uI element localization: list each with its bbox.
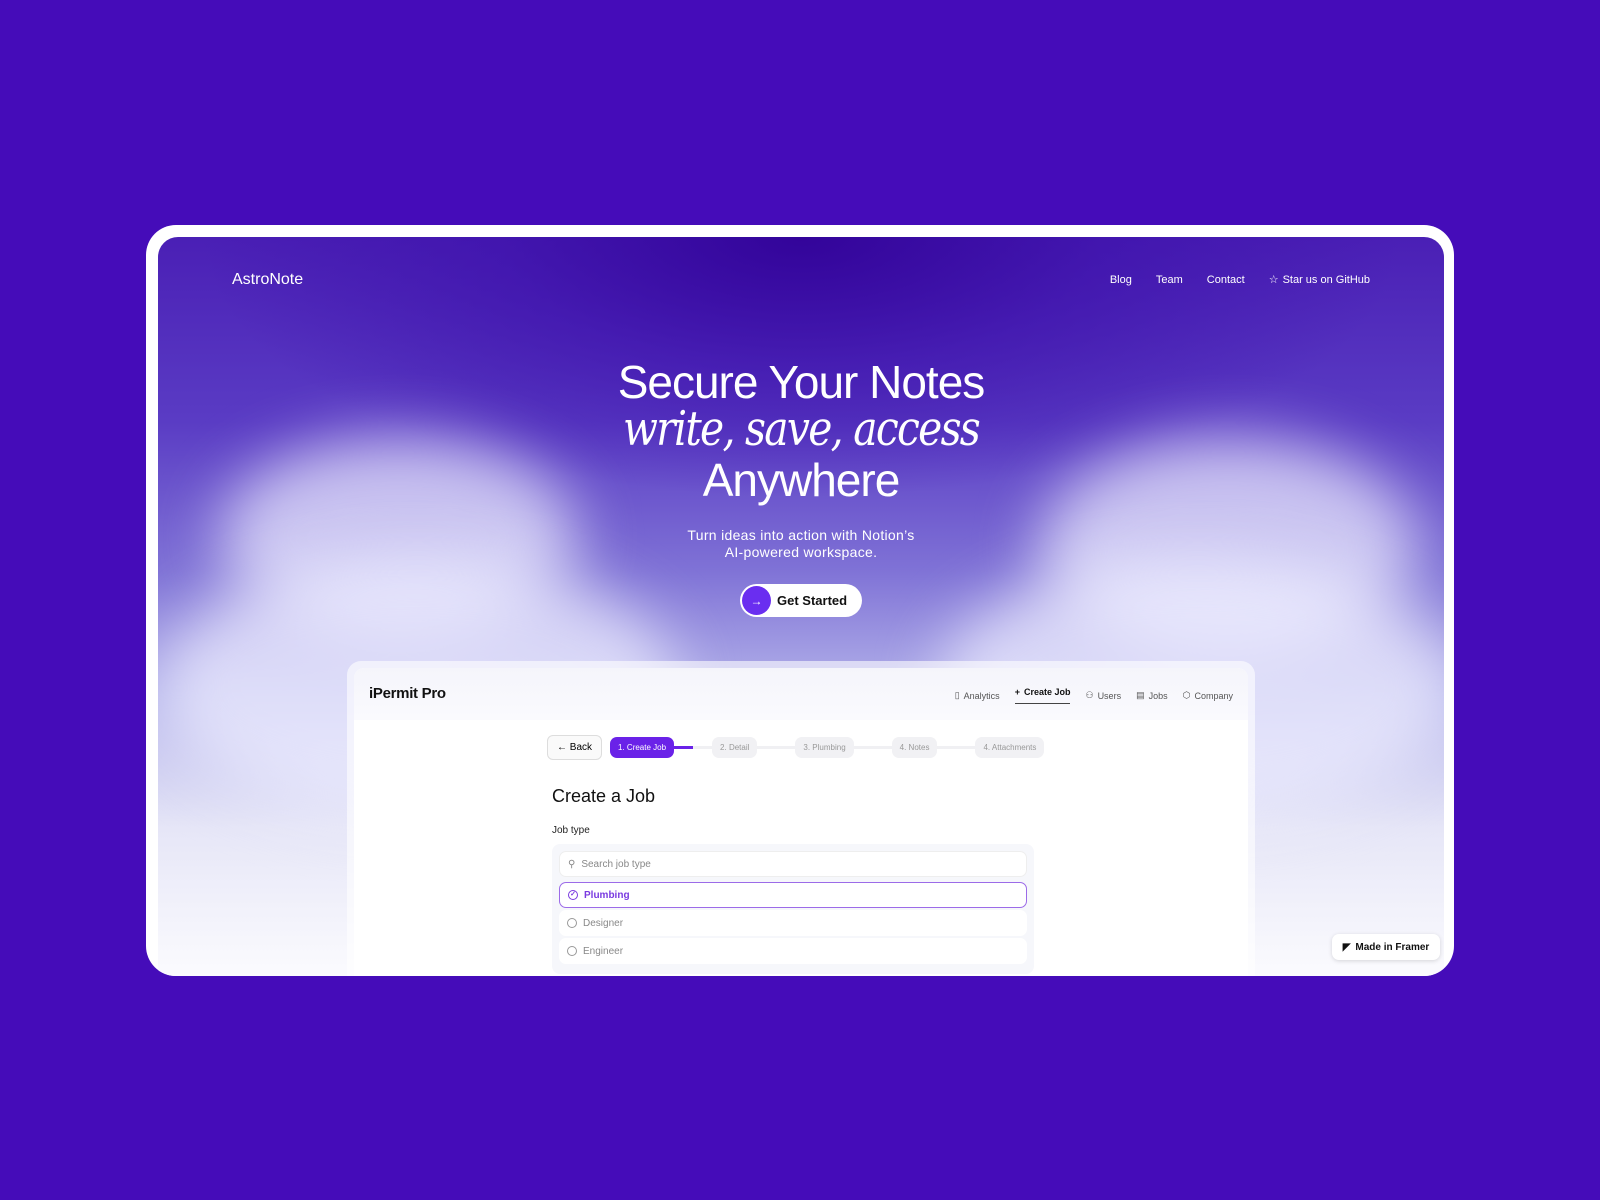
option-plumbing[interactable]: ✓ Plumbing: [559, 882, 1027, 908]
logo[interactable]: AstroNote: [232, 271, 303, 289]
tab-users[interactable]: ⚇ Users: [1085, 687, 1121, 704]
check-circle-icon: ✓: [568, 890, 578, 900]
step-attachments[interactable]: 4. Attachments: [975, 737, 1045, 758]
stepper: ← Back 1. Create Job 2. Detail 3. Plumbi…: [547, 735, 1045, 760]
step-connector: [937, 746, 976, 749]
subtitle-line: Turn ideas into action with Notion’s: [687, 527, 915, 543]
top-nav: AstroNote Blog Team Contact ☆ Star us on …: [158, 267, 1444, 297]
tab-jobs[interactable]: ▤ Jobs: [1136, 687, 1168, 704]
nav-blog[interactable]: Blog: [1110, 273, 1132, 286]
subtitle-line: AI-powered workspace.: [724, 544, 878, 560]
user-icon: ⚇: [1085, 690, 1094, 700]
headline-end: Anywhere: [702, 454, 901, 506]
step-connector: [757, 746, 796, 749]
option-engineer[interactable]: Engineer: [559, 938, 1027, 964]
browser-frame: AstroNote Blog Team Contact ☆ Star us on …: [146, 225, 1454, 976]
step-notes[interactable]: 4. Notes: [891, 737, 938, 758]
radio-icon: [567, 946, 577, 956]
hero-section: AstroNote Blog Team Contact ☆ Star us on …: [158, 237, 1444, 976]
step-plumbing[interactable]: 3. Plumbing: [795, 737, 854, 758]
search-input[interactable]: ⚲ Search job type: [559, 851, 1027, 877]
briefcase-icon: ▤: [1136, 690, 1145, 700]
get-started-button[interactable]: → Get Started: [740, 584, 862, 617]
radio-icon: [567, 918, 577, 928]
tab-analytics[interactable]: ▯ Analytics: [955, 687, 1000, 704]
job-type-selector: ⚲ Search job type ✓ Plumbing Designer Engi…: [552, 844, 1034, 974]
arrow-left-icon: ←: [557, 742, 570, 753]
job-type-label: Job type: [552, 825, 590, 836]
back-button[interactable]: ← Back: [547, 735, 603, 760]
headline-italic: write, save, access: [622, 401, 981, 457]
step-progress: [674, 746, 713, 749]
framer-icon: ◤: [1342, 941, 1351, 953]
subtitle: Turn ideas into action with Notion’s AI-p…: [158, 527, 1444, 561]
tab-create-job[interactable]: + Create Job: [1014, 687, 1071, 704]
star-icon: ☆: [1268, 274, 1279, 286]
app-preview: iPermit Pro ▯ Analytics + Create Job ⚇ User…: [347, 661, 1255, 976]
made-in-framer-badge[interactable]: ◤ Made in Framer: [1332, 934, 1440, 960]
cube-icon: ⬡: [1182, 690, 1191, 700]
step-connector: [853, 746, 892, 749]
step-detail[interactable]: 2. Detail: [712, 737, 758, 758]
cta-label: Get Started: [777, 593, 848, 608]
nav-team[interactable]: Team: [1156, 273, 1183, 286]
github-label: Star us on GitHub: [1282, 273, 1370, 286]
arrow-right-icon: →: [742, 586, 771, 615]
tab-company[interactable]: ⬡ Company: [1183, 687, 1233, 704]
nav-contact[interactable]: Contact: [1207, 273, 1245, 286]
search-icon: ⚲: [568, 858, 576, 870]
plus-icon: +: [1014, 687, 1020, 697]
step-create-job[interactable]: 1. Create Job: [610, 737, 675, 758]
nav-github[interactable]: ☆ Star us on GitHub: [1268, 273, 1370, 287]
option-designer[interactable]: Designer: [559, 910, 1027, 936]
form-title: Create a Job: [552, 786, 656, 806]
document-icon: ▯: [954, 690, 960, 700]
app-name: iPermit Pro: [369, 685, 446, 702]
